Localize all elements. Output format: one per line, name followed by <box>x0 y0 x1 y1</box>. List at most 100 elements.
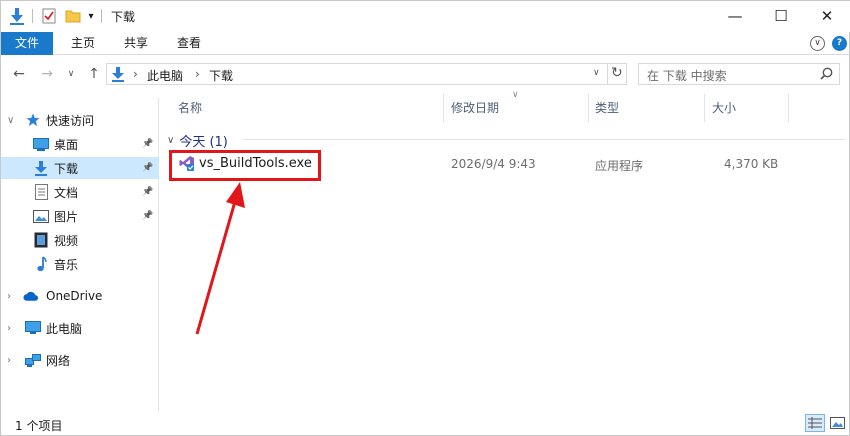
tab-share[interactable]: 共享 <box>114 32 158 55</box>
breadcrumb-downloads[interactable]: 下载 <box>209 67 233 84</box>
chevron-down-icon: ∨ <box>167 135 175 146</box>
chevron-down-icon: ∨ <box>593 68 600 78</box>
refresh-icon: ↻ <box>611 65 623 81</box>
network-icon <box>25 352 41 368</box>
nav-this-pc-label: 此电脑 <box>46 321 83 336</box>
nav-pictures[interactable]: 图片 📌 <box>1 205 159 227</box>
nav-videos-label: 视频 <box>54 233 79 248</box>
column-divider[interactable] <box>788 94 789 122</box>
cloud-icon <box>23 288 39 304</box>
chevron-down-icon: ∨ <box>67 69 75 79</box>
search-box[interactable]: 在 下载 中搜索 <box>638 63 840 85</box>
arrow-right-icon: → <box>41 66 53 82</box>
customize-toolbar-dropdown[interactable]: ▾ <box>85 6 97 26</box>
group-divider <box>243 139 845 140</box>
column-headers: 名称 修改日期 ∨ 类型 大小 <box>161 90 850 122</box>
maximize-icon: ☐ <box>774 6 788 25</box>
help-button[interactable]: ? <box>832 36 847 51</box>
pin-icon[interactable]: 📌 <box>142 139 153 149</box>
column-header-type[interactable]: 类型 <box>595 99 619 116</box>
minimize-button[interactable]: — <box>712 1 758 30</box>
tab-file[interactable]: 文件 <box>1 32 53 55</box>
nav-onedrive[interactable]: › OneDrive <box>1 285 159 307</box>
music-icon <box>33 256 49 272</box>
large-icons-view-button[interactable] <box>827 414 847 432</box>
chevron-right-icon[interactable]: › <box>7 355 11 366</box>
tab-view[interactable]: 查看 <box>167 32 211 55</box>
nav-quick-access[interactable]: ∨ 快速访问 <box>1 109 159 131</box>
annotation-arrow <box>195 182 245 335</box>
desktop-icon <box>33 136 49 152</box>
up-button[interactable]: ↑ <box>84 65 104 83</box>
column-divider[interactable] <box>443 94 444 122</box>
help-icon: ? <box>836 38 843 48</box>
address-bar[interactable]: › 此电脑 › 下载 ∨ ↻ <box>106 63 627 85</box>
refresh-button[interactable]: ↻ <box>611 65 623 81</box>
navigation-pane: ∨ 快速访问 桌面 📌 下载 📌 文档 📌 图片 📌 视频 音乐 › OneDr… <box>1 98 159 412</box>
nav-network-label: 网络 <box>46 353 71 368</box>
title-bar: ▾ 下载 — ☐ ✕ <box>1 1 850 32</box>
large-icons-view-icon <box>829 417 845 429</box>
star-icon <box>25 112 41 128</box>
close-icon: ✕ <box>820 6 834 25</box>
ribbon: 文件 主页 共享 查看 ∨ ? <box>1 32 850 55</box>
title-separator <box>101 9 102 23</box>
column-divider[interactable] <box>704 94 705 122</box>
chevron-down-icon: ▾ <box>88 10 94 22</box>
nav-network[interactable]: › 网络 <box>1 349 159 371</box>
download-folder-icon <box>111 66 125 85</box>
maximize-button[interactable]: ☐ <box>758 1 804 30</box>
breadcrumb-this-pc[interactable]: 此电脑 <box>147 67 183 84</box>
column-header-name[interactable]: 名称 <box>178 99 202 116</box>
properties-icon[interactable] <box>39 6 59 26</box>
nav-music-label: 音乐 <box>54 257 79 272</box>
nav-desktop[interactable]: 桌面 📌 <box>1 133 159 155</box>
close-button[interactable]: ✕ <box>804 1 850 30</box>
chevron-right-icon[interactable]: › <box>7 323 11 334</box>
breadcrumb-separator: › <box>195 67 200 81</box>
picture-icon <box>33 208 49 224</box>
search-icon[interactable] <box>820 67 833 83</box>
nav-onedrive-label: OneDrive <box>46 289 103 303</box>
new-folder-icon[interactable] <box>63 6 83 26</box>
details-view-button[interactable] <box>805 414 825 432</box>
file-explorer-window: ▾ 下载 — ☐ ✕ 文件 主页 共享 查看 ∨ ? ← → ∨ ↑ › 此电脑… <box>0 0 850 436</box>
group-header-today[interactable]: ∨ 今天 (1) <box>167 131 228 150</box>
nav-quick-access-label: 快速访问 <box>46 113 95 128</box>
address-divider <box>607 64 608 84</box>
download-icon <box>33 160 49 176</box>
window-title: 下载 <box>111 10 136 24</box>
pin-icon[interactable]: 📌 <box>142 163 153 173</box>
document-icon <box>33 184 49 200</box>
pin-icon[interactable]: 📌 <box>142 187 153 197</box>
download-folder-icon[interactable] <box>7 6 27 26</box>
column-divider[interactable] <box>588 94 589 122</box>
file-size: 4,370 KB <box>724 157 779 171</box>
chevron-right-icon[interactable]: › <box>7 291 11 302</box>
tab-home[interactable]: 主页 <box>61 32 105 55</box>
nav-downloads[interactable]: 下载 📌 <box>1 157 159 179</box>
pin-icon[interactable]: 📌 <box>142 211 153 221</box>
group-label: 今天 (1) <box>179 135 228 150</box>
nav-desktop-label: 桌面 <box>54 137 79 152</box>
details-view-icon <box>808 417 822 429</box>
nav-this-pc[interactable]: › 此电脑 <box>1 317 159 339</box>
nav-downloads-label: 下载 <box>54 161 79 176</box>
forward-button[interactable]: → <box>37 65 57 83</box>
back-button[interactable]: ← <box>9 65 29 83</box>
nav-music[interactable]: 音乐 <box>1 253 159 275</box>
breadcrumb-separator: › <box>133 67 138 81</box>
address-dropdown-button[interactable]: ∨ <box>593 68 600 78</box>
search-input[interactable]: 在 下载 中搜索 <box>647 67 727 84</box>
column-header-date[interactable]: 修改日期 <box>451 99 499 116</box>
minimize-icon: — <box>727 6 743 25</box>
recent-locations-button[interactable]: ∨ <box>64 65 78 83</box>
file-date: 2026/9/4 9:43 <box>451 157 536 171</box>
chevron-down-icon[interactable]: ∨ <box>7 115 14 126</box>
expand-ribbon-button[interactable]: ∨ <box>810 36 825 51</box>
computer-icon <box>25 320 41 336</box>
file-type: 应用程序 <box>595 159 644 173</box>
nav-documents[interactable]: 文档 📌 <box>1 181 159 203</box>
column-header-size[interactable]: 大小 <box>712 99 736 116</box>
nav-videos[interactable]: 视频 <box>1 229 159 251</box>
